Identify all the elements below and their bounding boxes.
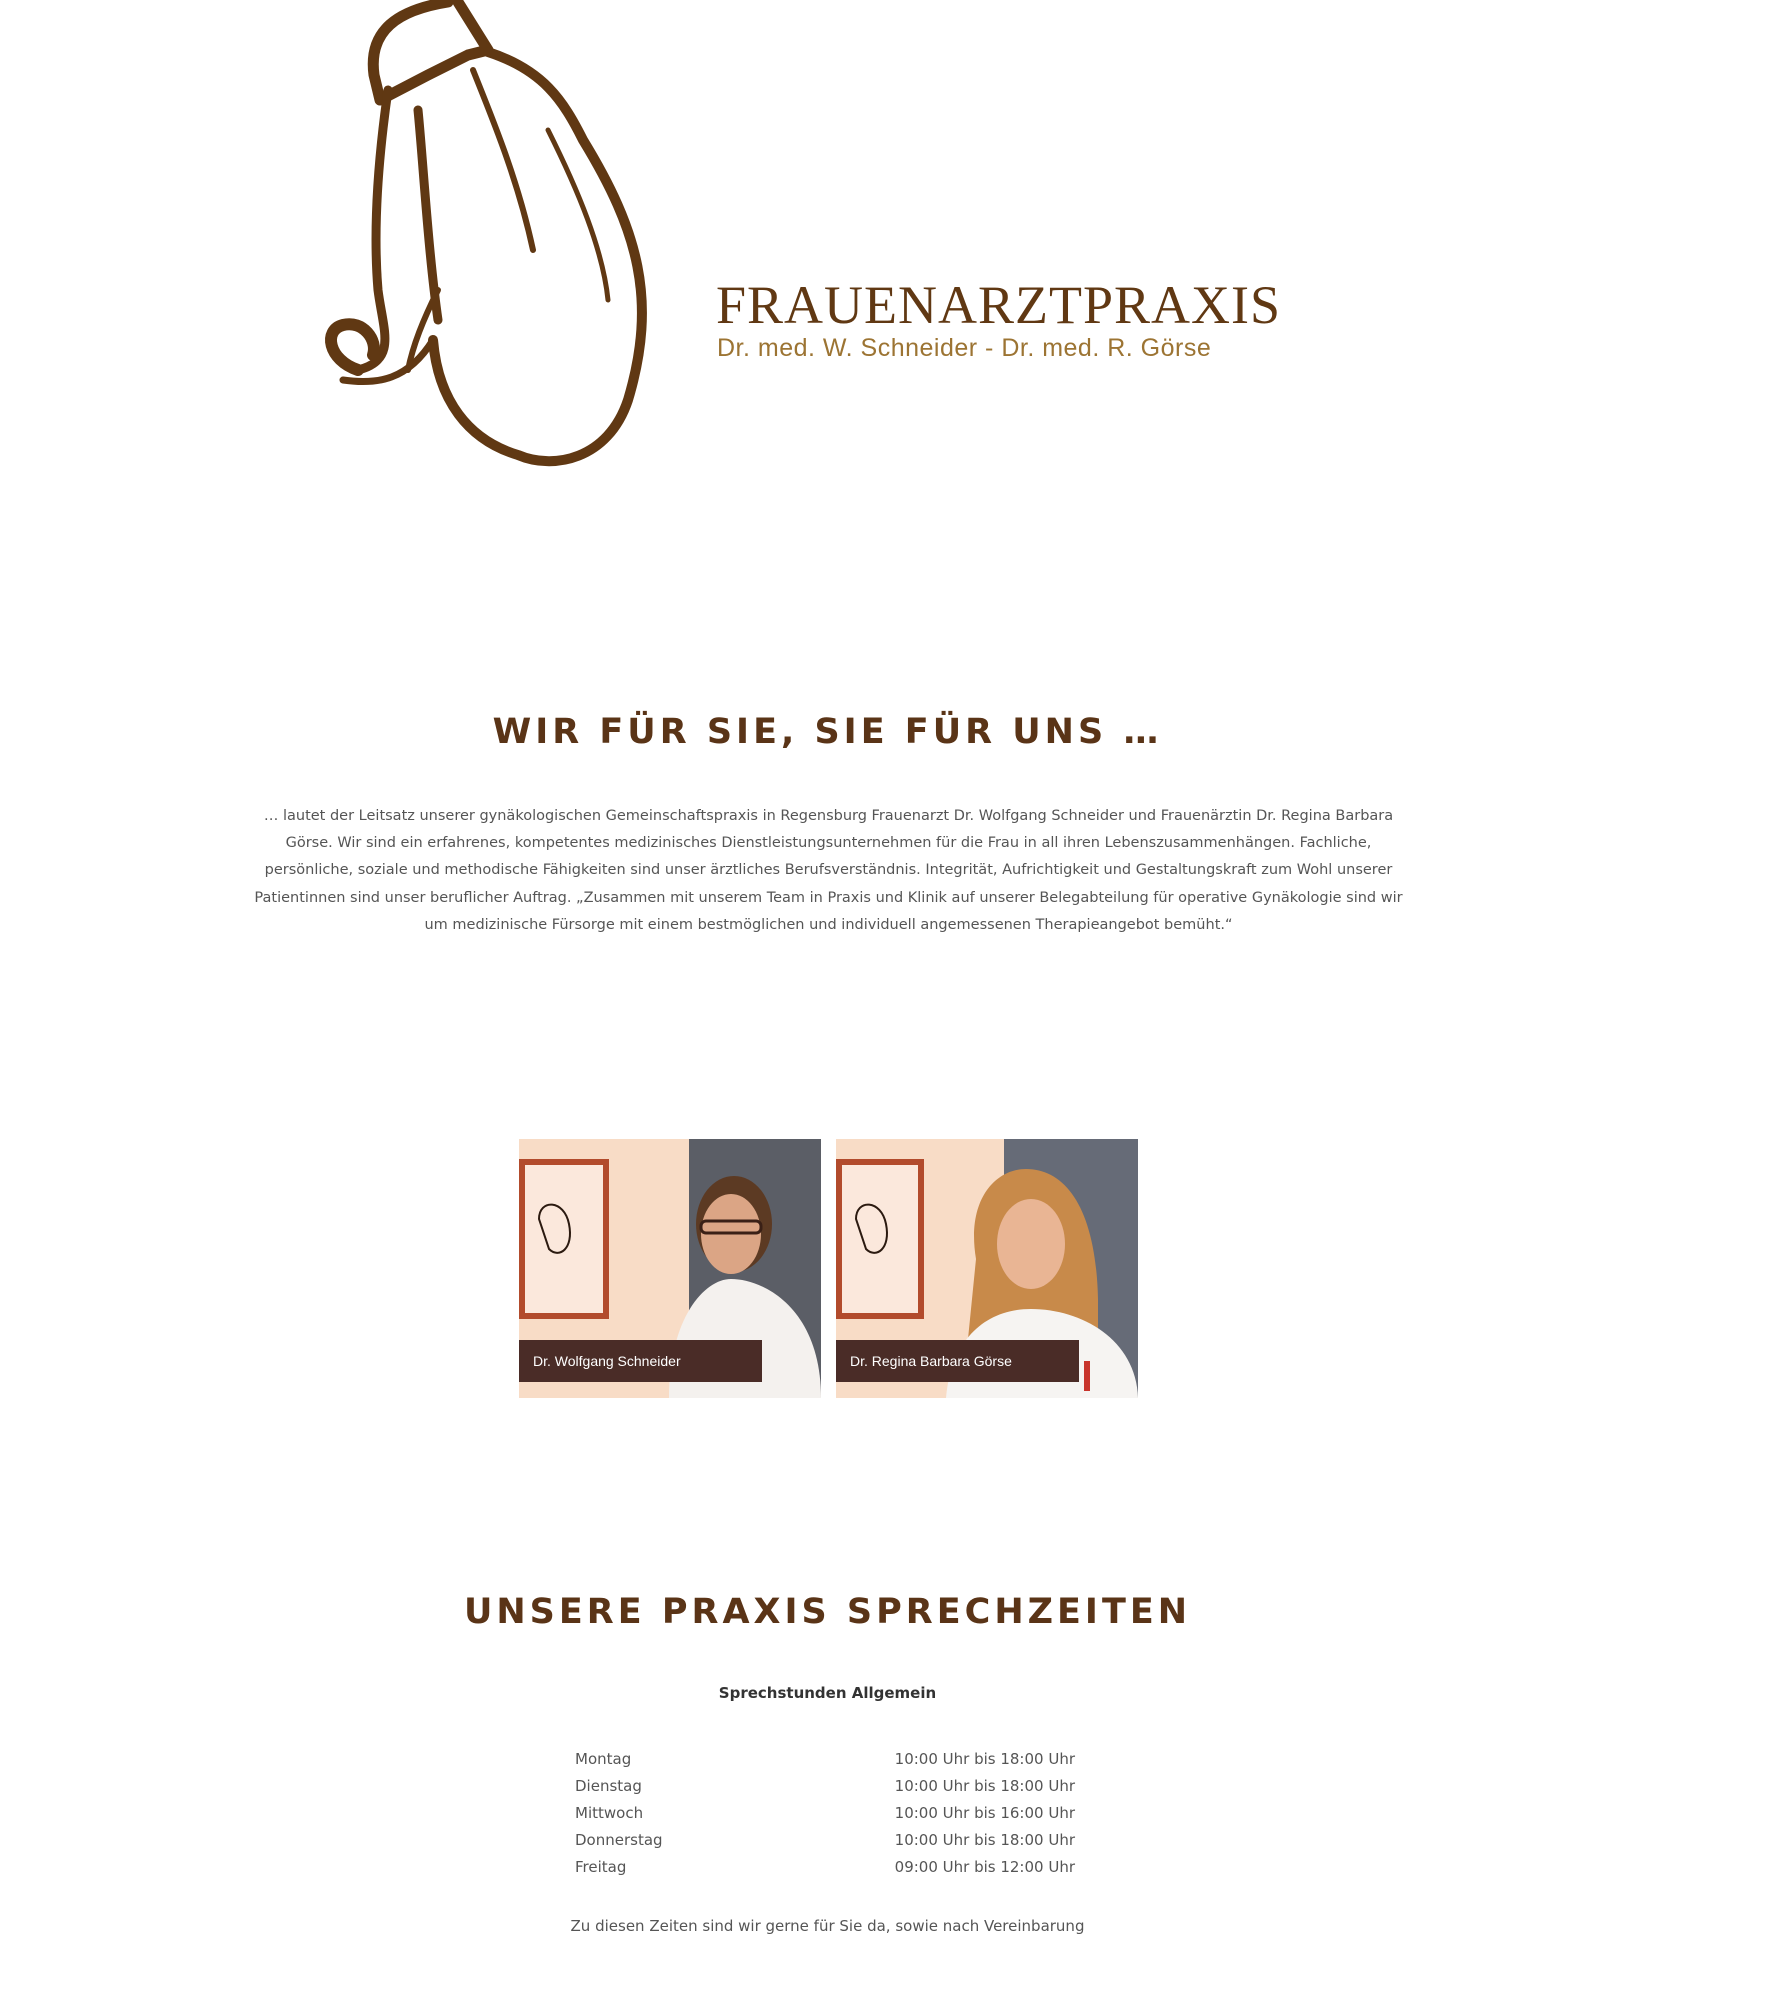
hours-time: 10:00 Uhr bis 18:00 Uhr xyxy=(894,1749,1075,1768)
intro-title: WIR FÜR SIE, SIE FÜR UNS … xyxy=(492,712,1163,752)
hours-row: Freitag 09:00 Uhr bis 12:00 Uhr xyxy=(575,1854,1075,1881)
doctor-card-schneider[interactable]: Dr. Wolfgang Schneider xyxy=(519,1139,821,1398)
hours-day: Freitag xyxy=(575,1858,627,1877)
brand-subtitle: Dr. med. W. Schneider - Dr. med. R. Görs… xyxy=(717,334,1212,362)
hours-time: 10:00 Uhr bis 16:00 Uhr xyxy=(894,1803,1075,1822)
doctor-name-label: Dr. Regina Barbara Görse xyxy=(836,1340,1079,1382)
doctor-name-label: Dr. Wolfgang Schneider xyxy=(519,1340,762,1382)
hours-day: Mittwoch xyxy=(575,1803,644,1822)
hours-time: 09:00 Uhr bis 12:00 Uhr xyxy=(894,1858,1075,1877)
hours-note: Zu diesen Zeiten sind wir gerne für Sie … xyxy=(570,1917,1085,1935)
hours-day: Dienstag xyxy=(575,1776,642,1795)
brand-title[interactable]: FRAUENARZTPRAXIS xyxy=(716,278,1281,332)
hours-row: Mittwoch 10:00 Uhr bis 16:00 Uhr xyxy=(575,1799,1075,1826)
hours-day: Montag xyxy=(575,1749,632,1768)
intro-paragraph: … lautet der Leitsatz unserer gynäkologi… xyxy=(254,808,1403,933)
hours-table: Montag 10:00 Uhr bis 18:00 Uhr Dienstag … xyxy=(575,1745,1075,1881)
practice-logo-figure[interactable] xyxy=(318,0,678,480)
doctor-card-goerse[interactable]: Dr. Regina Barbara Görse xyxy=(836,1139,1138,1398)
hours-time: 10:00 Uhr bis 18:00 Uhr xyxy=(894,1776,1075,1795)
hours-title: UNSERE PRAXIS SPRECHZEITEN xyxy=(463,1592,1192,1632)
hours-row: Donnerstag 10:00 Uhr bis 18:00 Uhr xyxy=(575,1827,1075,1854)
hours-time: 10:00 Uhr bis 18:00 Uhr xyxy=(894,1831,1075,1850)
hours-day: Donnerstag xyxy=(575,1831,663,1850)
hours-row: Montag 10:00 Uhr bis 18:00 Uhr xyxy=(575,1745,1075,1772)
hours-row: Dienstag 10:00 Uhr bis 18:00 Uhr xyxy=(575,1772,1075,1799)
hours-subheading: Sprechstunden Allgemein xyxy=(718,1684,937,1702)
